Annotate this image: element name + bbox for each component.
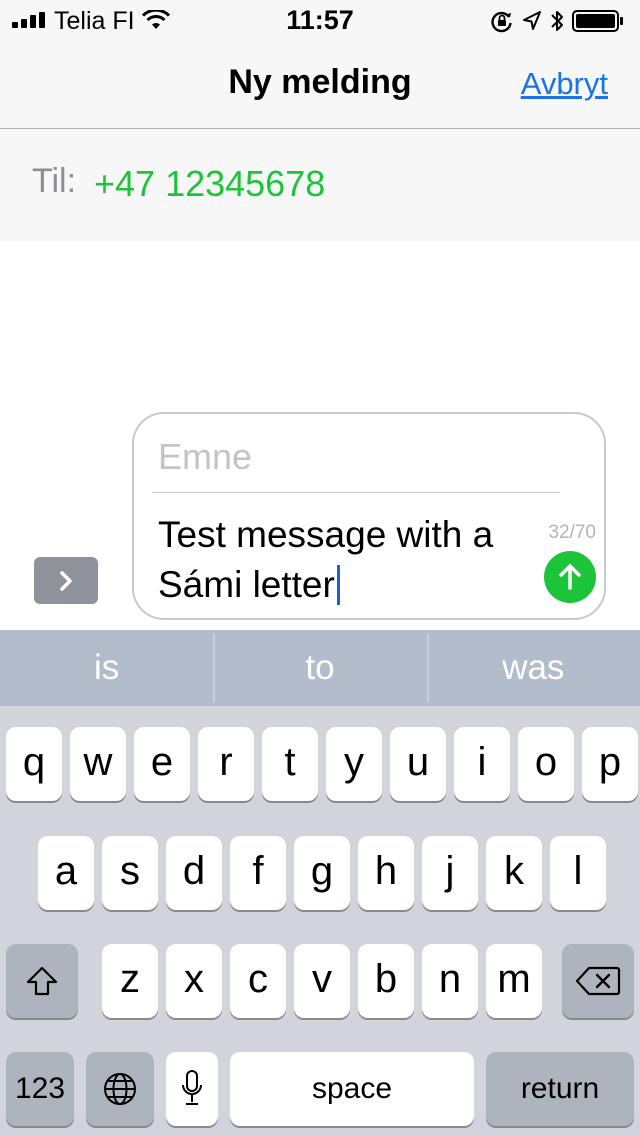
key-d[interactable]: d [166,836,222,910]
key-j[interactable]: j [422,836,478,910]
key-a[interactable]: a [38,836,94,910]
suggestion-1[interactable]: is [0,630,213,706]
key-s[interactable]: s [102,836,158,910]
backspace-icon [575,966,621,996]
key-r[interactable]: r [198,727,254,801]
message-composer[interactable]: Emne Test message with a Sámi letter 32/… [132,412,606,620]
key-q[interactable]: q [6,727,62,801]
key-e[interactable]: e [134,727,190,801]
suggestion-3[interactable]: was [426,630,640,706]
cellular-signal-icon [12,12,45,28]
globe-key[interactable] [86,1052,154,1126]
key-l[interactable]: l [550,836,606,910]
subject-field[interactable]: Emne [158,436,252,478]
chevron-right-icon [60,570,72,591]
key-t[interactable]: t [262,727,318,801]
rotation-lock-icon [491,11,512,33]
shift-key[interactable] [6,944,78,1018]
key-n[interactable]: n [422,944,478,1018]
message-line-1: Test message with a [158,514,494,555]
keyboard: is to was q w e r t y u i o p a s d f g … [0,630,640,1136]
key-u[interactable]: u [390,727,446,801]
key-y[interactable]: y [326,727,382,801]
suggestion-bar: is to was [0,630,640,706]
top-bar: Telia FI 11:57 Ny melding Avbryt [0,0,640,129]
battery-icon [572,10,623,32]
status-icons [490,8,624,34]
key-f[interactable]: f [230,836,286,910]
expand-apps-button[interactable] [34,557,98,604]
location-arrow-icon [523,11,541,30]
recipient-value[interactable]: +47 12345678 [94,163,325,205]
key-v[interactable]: v [294,944,350,1018]
key-p[interactable]: p [582,727,638,801]
key-m[interactable]: m [486,944,542,1018]
status-bar: Telia FI 11:57 [0,0,640,40]
dictation-key[interactable] [166,1052,218,1126]
key-i[interactable]: i [454,727,510,801]
globe-icon [104,1073,136,1105]
numbers-key[interactable]: 123 [6,1052,74,1126]
microphone-icon [182,1070,202,1105]
message-line-2-text: Sámi letter [158,564,335,605]
key-x[interactable]: x [166,944,222,1018]
return-key[interactable]: return [486,1052,634,1126]
space-key[interactable]: space [230,1052,474,1126]
wifi-icon [142,10,170,29]
key-h[interactable]: h [358,836,414,910]
bluetooth-icon [551,11,563,31]
cancel-button[interactable]: Avbryt [521,66,608,102]
text-cursor [336,565,340,605]
shift-icon [26,966,58,996]
send-button[interactable] [544,551,596,603]
key-w[interactable]: w [70,727,126,801]
message-input[interactable]: Test message with a Sámi letter [158,510,538,610]
carrier-name: Telia FI [54,7,135,35]
suggestion-2[interactable]: to [213,630,426,706]
recipient-field[interactable]: Til: +47 12345678 [0,129,640,242]
key-o[interactable]: o [518,727,574,801]
key-k[interactable]: k [486,836,542,910]
key-c[interactable]: c [230,944,286,1018]
key-g[interactable]: g [294,836,350,910]
key-z[interactable]: z [102,944,158,1018]
recipient-label: Til: [32,162,77,200]
key-b[interactable]: b [358,944,414,1018]
character-counter: 32/70 [548,522,596,543]
arrow-up-icon [559,564,581,590]
message-line-2: Sámi letter [158,560,538,610]
backspace-key[interactable] [562,944,634,1018]
composer-divider [152,492,560,493]
